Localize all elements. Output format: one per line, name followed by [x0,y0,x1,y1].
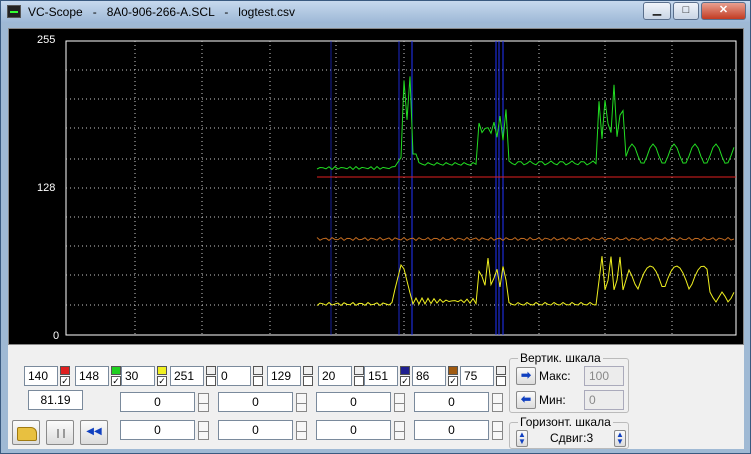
rewind-icon: ◀◀ [86,426,102,437]
pause-button[interactable] [46,420,74,445]
orange-trace [316,236,735,242]
channel-checkbox-10[interactable] [496,376,506,386]
channel-value-8: 151 [364,366,398,386]
shift-right-button[interactable]: ▲ ▼ [614,430,626,447]
horizontal-scale-group: Горизонт. шкала ▲ ▼ Сдвиг:3 ▲ ▼ [509,415,629,449]
title-bar[interactable]: VC-Scope - 8A0-906-266-A.SCL - logtest.c… [1,1,750,23]
channel-checkbox-1[interactable]: ✓ [60,376,70,386]
channel-color-5[interactable] [253,366,263,375]
client-area: 255 128 0 140 ✓ 148 ✓ 30 ✓ 251 0 129 20 151 ✓ 86 ✓ 75 … [8,28,744,449]
value-check-r2c1[interactable] [198,431,209,440]
channel-color-4[interactable] [206,366,216,375]
channel-color-10[interactable] [496,366,506,375]
value-check-r1c2[interactable] [296,403,307,412]
value-check-r1c4[interactable] [492,403,503,412]
shift-left-button[interactable]: ▲ ▼ [516,430,528,447]
channel-value-10: 75 [460,366,494,386]
value-check-r2c3[interactable] [394,431,405,440]
vertical-scale-title: Вертик. шкала [518,351,603,365]
value-field-r2c1: 0 [120,420,195,440]
max-field[interactable]: 100 [584,366,624,386]
folder-icon [17,427,37,441]
channel-checkbox-7[interactable] [354,376,364,386]
maximize-button[interactable]: □ [673,2,699,20]
channel-checkbox-5[interactable] [253,376,263,386]
channel-value-9: 86 [412,366,446,386]
channel-color-2[interactable] [111,366,121,375]
chevron-updown-icon: ▲ ▼ [518,430,526,446]
arrow-right-icon: ➡ [520,368,532,382]
scale-max-button[interactable]: ➡ [516,367,536,385]
channel-checkbox-6[interactable] [303,376,313,386]
scope-display[interactable]: 255 128 0 [8,28,744,345]
value-field-r2c4: 0 [414,420,489,440]
channel-color-8[interactable] [400,366,410,375]
max-label: Макс: [539,369,571,383]
minimize-button[interactable]: ▁ [643,2,671,20]
control-panel: 140 ✓ 148 ✓ 30 ✓ 251 0 129 20 151 ✓ 86 ✓ 75 81.19 0000… [8,347,744,449]
channel-checkbox-4[interactable] [206,376,216,386]
close-button[interactable]: ✕ [701,2,746,20]
channel-value-2: 148 [75,366,109,386]
scale-min-button[interactable]: ⬅ [516,391,536,409]
horizontal-scale-title: Горизонт. шкала [518,415,613,429]
value-field-r1c3: 0 [316,392,391,412]
channel-value-5: 0 [217,366,251,386]
channel-checkbox-2[interactable]: ✓ [111,376,121,386]
channel-checkbox-8[interactable]: ✓ [400,376,410,386]
value-check-r1c3[interactable] [394,403,405,412]
channel-checkbox-3[interactable]: ✓ [157,376,167,386]
app-window: VC-Scope - 8A0-906-266-A.SCL - logtest.c… [0,0,751,454]
value-field-r1c1: 0 [120,392,195,412]
min-field[interactable]: 0 [584,390,624,410]
channel-value-3: 30 [121,366,155,386]
green-trace [316,76,735,171]
y-label-top: 255 [37,34,56,46]
vertical-scale-group: Вертик. шкала ➡ Макс: 100 ⬅ Мин: 0 [509,351,629,413]
value-check-r1c1[interactable] [198,403,209,412]
yellow-trace [316,256,735,307]
readout-field: 81.19 [28,390,83,410]
channel-color-9[interactable] [448,366,458,375]
min-label: Мин: [539,393,566,407]
chevron-updown-icon: ▲ ▼ [616,430,624,446]
channel-color-7[interactable] [354,366,364,375]
y-label-mid: 128 [37,182,56,194]
scope-app-icon [7,5,21,18]
channel-color-1[interactable] [60,366,70,375]
channel-color-3[interactable] [157,366,167,375]
scope-plot [65,40,737,336]
value-field-r1c4: 0 [414,392,489,412]
value-field-r2c2: 0 [218,420,293,440]
y-label-bottom: 0 [53,330,60,342]
arrow-left-icon: ⬅ [520,392,532,406]
channel-value-6: 129 [267,366,301,386]
channel-color-6[interactable] [303,366,313,375]
open-file-button[interactable] [12,420,40,445]
channel-value-1: 140 [24,366,58,386]
channel-value-7: 20 [318,366,352,386]
value-field-r1c2: 0 [218,392,293,412]
value-check-r2c2[interactable] [296,431,307,440]
window-title: VC-Scope - 8A0-906-266-A.SCL - logtest.c… [28,5,295,19]
rewind-button[interactable]: ◀◀ [80,420,108,445]
channel-value-4: 251 [170,366,204,386]
value-field-r2c3: 0 [316,420,391,440]
channel-checkbox-9[interactable]: ✓ [448,376,458,386]
shift-label: Сдвиг:3 [550,431,594,445]
pause-icon [57,429,65,438]
value-check-r2c4[interactable] [492,431,503,440]
